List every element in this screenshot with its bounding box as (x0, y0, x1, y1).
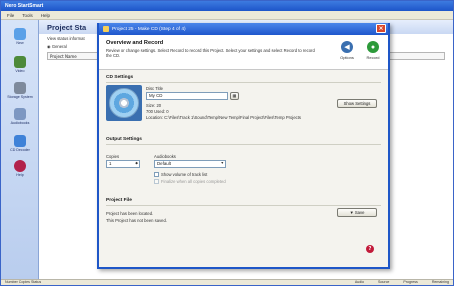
status-remaining: Remaining (431, 280, 449, 284)
disc-title-picker-button[interactable]: ▦ (230, 92, 239, 100)
cd-settings-title: CD Settings (106, 75, 134, 80)
free-space-label: 700 Used: 0 (146, 109, 169, 114)
dialog-app-icon (103, 26, 109, 32)
show-volume-checkbox[interactable] (154, 172, 159, 177)
output-settings-divider (106, 144, 381, 145)
help-icon (14, 160, 26, 172)
project-status-label: This Project has not been saved. (106, 218, 167, 223)
menu-file[interactable]: File (7, 13, 14, 18)
new-icon (14, 28, 26, 40)
dialog-header: Overview and Record Review or change set… (99, 35, 388, 70)
sidebar-item-audiobooks[interactable]: Audiobooks (1, 108, 39, 125)
menu-tools[interactable]: Tools (22, 13, 33, 18)
audiobook-label: Audiobooks (154, 154, 176, 159)
cd-settings-divider (106, 82, 381, 83)
dialog-header-description: Review or change settings. Select Record… (106, 48, 315, 59)
project-file-title: Project File (106, 198, 132, 203)
output-settings-title: Output Settings (106, 137, 142, 142)
general-radio[interactable]: ◉ General (47, 44, 67, 49)
sidebar: New Video Storage System Audiobooks CD D… (1, 20, 39, 279)
disc-title-label: Disc Title (146, 86, 163, 91)
sidebar-item-new[interactable]: New (1, 28, 39, 45)
copies-spinner[interactable]: 1 ◆ (106, 160, 140, 168)
status-audio: Audio (354, 280, 365, 284)
menu-help[interactable]: Help (41, 13, 50, 18)
finalize-checkbox[interactable] (154, 179, 159, 184)
disc-icon (109, 88, 139, 118)
status-left: Number Copies Status (5, 280, 42, 284)
status-progress: Progress (403, 280, 418, 284)
project-located-label: Project has been located. (106, 211, 154, 216)
copies-label: Copies (106, 154, 120, 159)
sidebar-item-storage[interactable]: Storage System (1, 82, 39, 99)
close-button[interactable]: × (376, 24, 386, 33)
chevron-down-icon: ▼ (220, 161, 224, 165)
options-button[interactable]: ◀ Options (336, 41, 358, 60)
show-volume-label: Show volume of track list (161, 172, 208, 177)
sidebar-item-video[interactable]: Video (1, 56, 39, 73)
options-icon: ◀ (341, 41, 353, 53)
cd-decoder-icon (14, 135, 26, 147)
audiobook-select[interactable]: Default ▼ (154, 160, 226, 168)
disc-title-input[interactable]: My CD (146, 92, 228, 100)
project-file-divider (106, 205, 381, 206)
record-icon: ● (367, 41, 379, 53)
size-label: Size: 20 (146, 103, 162, 108)
dialog-help-icon[interactable]: ? (366, 245, 374, 253)
status-bar: Number Copies Status Audio Source Progre… (1, 279, 453, 285)
sidebar-item-help[interactable]: Help (1, 160, 39, 177)
status-source: Source (378, 280, 390, 284)
app-titlebar: Nero StartSmart (1, 1, 453, 11)
grid-header-project-name: Project Name (50, 54, 77, 59)
show-settings-button[interactable]: Show Settings (337, 99, 377, 108)
finalize-label: Finalize when all copies completed (161, 179, 226, 184)
menu-bar: File Tools Help (1, 11, 453, 20)
video-icon (14, 56, 26, 68)
location-label: Location: C:\Files\Track 1\Sound\Temp\Ne… (146, 115, 301, 120)
project-dialog: Project 25 - Make CD (Step 4 of 4) × Ove… (97, 23, 390, 269)
audiobook-icon (14, 108, 26, 120)
dialog-titlebar: Project 25 - Make CD (Step 4 of 4) (99, 23, 388, 35)
save-button[interactable]: ▼ Save (337, 208, 377, 217)
sidebar-item-cd-decoder[interactable]: CD Decoder (1, 135, 39, 152)
dialog-title: Project 25 - Make CD (Step 4 of 4) (112, 26, 186, 32)
spinner-arrows-icon: ◆ (135, 161, 138, 165)
record-button[interactable]: ● Record (362, 41, 384, 60)
storage-icon (14, 82, 26, 94)
